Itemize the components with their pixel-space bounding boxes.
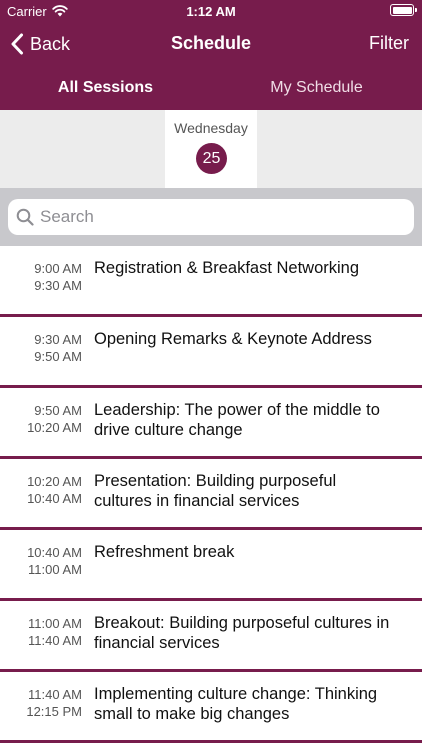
session-tabs: All Sessions My Schedule — [0, 66, 422, 110]
row-divider — [0, 740, 422, 743]
session-start-time: 9:50 AM — [34, 403, 82, 418]
session-row[interactable]: 9:00 AM 9:30 AM Registration & Breakfast… — [0, 246, 422, 317]
session-end-time: 9:50 AM — [34, 349, 82, 364]
session-start-time: 10:20 AM — [27, 474, 82, 489]
session-row[interactable]: 10:40 AM 11:00 AM Refreshment break — [0, 530, 422, 601]
navigation-bar: Back Schedule Filter — [0, 22, 422, 66]
filter-button[interactable]: Filter — [369, 33, 409, 54]
app-header: Carrier 1:12 AM Back Schedule Filter All… — [0, 0, 422, 110]
session-row[interactable]: 9:30 AM 9:50 AM Opening Remarks & Keynot… — [0, 317, 422, 388]
session-row[interactable]: 11:00 AM 11:40 AM Breakout: Building pur… — [0, 601, 422, 672]
status-time: 1:12 AM — [186, 4, 236, 19]
session-times: 10:40 AM 11:00 AM — [0, 544, 82, 578]
session-times: 9:30 AM 9:50 AM — [0, 331, 82, 365]
session-times: 9:00 AM 9:30 AM — [0, 260, 82, 294]
session-times: 11:40 AM 12:15 PM — [0, 686, 82, 720]
session-list: 9:00 AM 9:30 AM Registration & Breakfast… — [0, 246, 422, 750]
session-end-time: 11:00 AM — [28, 562, 82, 577]
session-times: 11:00 AM 11:40 AM — [0, 615, 82, 649]
session-end-time: 11:40 AM — [28, 633, 82, 648]
session-start-time: 11:00 AM — [28, 616, 82, 631]
session-end-time: 9:30 AM — [34, 278, 82, 293]
session-row[interactable]: 10:20 AM 10:40 AM Presentation: Building… — [0, 459, 422, 530]
search-input[interactable] — [40, 199, 406, 235]
session-start-time: 9:30 AM — [34, 332, 82, 347]
session-row[interactable]: 9:50 AM 10:20 AM Leadership: The power o… — [0, 388, 422, 459]
session-title: Leadership: The power of the middle to d… — [94, 401, 380, 439]
session-title: Presentation: Building purposeful cultur… — [94, 472, 337, 510]
session-end-time: 12:15 PM — [26, 704, 82, 719]
tab-my-schedule[interactable]: My Schedule — [211, 66, 422, 110]
day-date-badge: 25 — [196, 143, 227, 174]
session-start-time: 11:40 AM — [28, 687, 82, 702]
day-cell-selected[interactable]: Wednesday 25 — [165, 110, 257, 188]
status-bar: Carrier 1:12 AM — [0, 0, 422, 22]
session-start-time: 10:40 AM — [27, 545, 82, 560]
tab-all-sessions[interactable]: All Sessions — [0, 66, 211, 110]
session-times: 9:50 AM 10:20 AM — [0, 402, 82, 436]
session-end-time: 10:40 AM — [27, 491, 82, 506]
battery-icon — [390, 4, 417, 16]
day-weekday: Wednesday — [174, 120, 248, 136]
page-title: Schedule — [170, 33, 252, 53]
session-title: Registration & Breakfast Networking — [94, 259, 360, 277]
search-field[interactable] — [8, 199, 414, 235]
search-bar — [0, 188, 422, 246]
session-title: Refreshment break — [94, 543, 235, 561]
session-start-time: 9:00 AM — [34, 261, 82, 276]
session-row[interactable]: 11:40 AM 12:15 PM Implementing culture c… — [0, 672, 422, 743]
day-selector: Wednesday 25 — [0, 110, 422, 188]
session-end-time: 10:20 AM — [27, 420, 82, 435]
session-times: 10:20 AM 10:40 AM — [0, 473, 82, 507]
session-title: Implementing culture change: Thinking sm… — [94, 685, 378, 723]
search-icon — [16, 208, 34, 226]
session-title: Breakout: Building purposeful cultures i… — [94, 614, 390, 652]
session-title: Opening Remarks & Keynote Address — [94, 330, 372, 348]
